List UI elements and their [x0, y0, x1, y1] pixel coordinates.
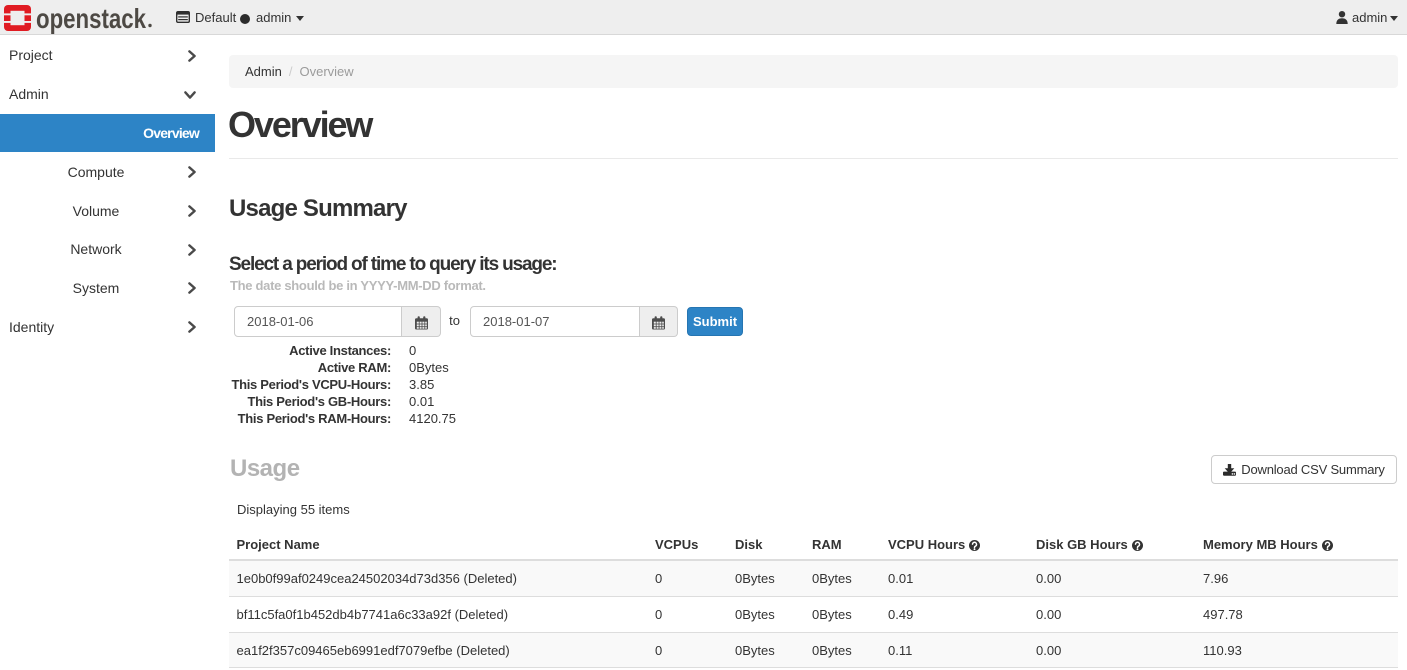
svg-text:openstack: openstack: [36, 3, 146, 34]
